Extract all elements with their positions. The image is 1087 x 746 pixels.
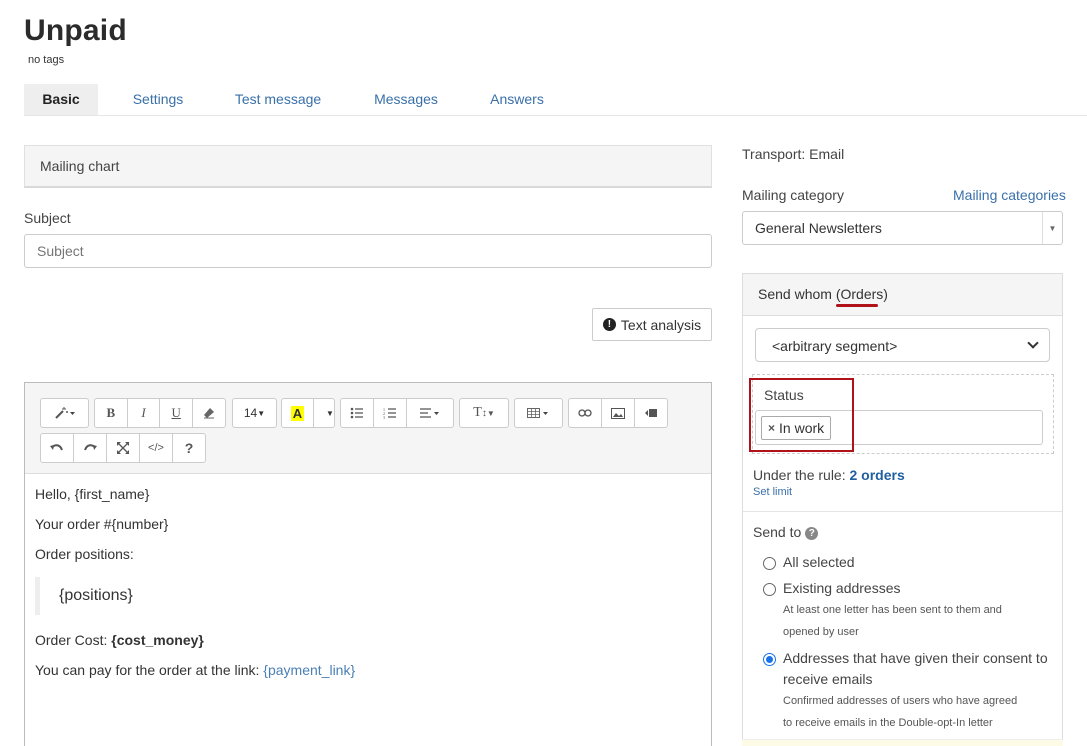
image-icon[interactable]: [602, 399, 635, 427]
subject-input[interactable]: [24, 234, 712, 268]
page-title: Unpaid: [24, 14, 127, 47]
chevron-down-icon: [1027, 337, 1039, 349]
underline-icon[interactable]: U: [160, 399, 194, 427]
message-editor: B I U 14 ▼ A ▼ 123 T ↕ ▼ </> ? Hello, {f…: [24, 382, 712, 746]
table-icon[interactable]: [515, 399, 562, 427]
text-color-icon[interactable]: A: [282, 399, 314, 427]
mailing-category-select[interactable]: General Newsletters ▼: [742, 211, 1063, 245]
align-dropdown-icon[interactable]: [407, 399, 453, 427]
radio-consent-addresses[interactable]: [763, 653, 776, 666]
question-circle-icon[interactable]: ?: [805, 527, 819, 540]
annotation-underline: [836, 304, 878, 307]
numbered-list-icon[interactable]: 123: [374, 399, 407, 427]
code-view-icon[interactable]: </>: [140, 434, 173, 462]
segment-select[interactable]: <arbitrary segment>: [755, 328, 1050, 362]
tab-settings[interactable]: Settings: [124, 84, 192, 115]
set-limit-link[interactable]: Set limit: [753, 486, 792, 498]
radio-existing-addresses[interactable]: [763, 583, 776, 596]
text-height-icon[interactable]: T ↕ ▼: [460, 399, 508, 427]
radio-all-selected-label: All selected: [783, 554, 855, 570]
existing-addresses-desc-1: At least one letter has been sent to the…: [783, 604, 1002, 616]
subject-label: Subject: [24, 210, 71, 226]
payment-link[interactable]: {payment_link}: [263, 662, 355, 678]
redo-icon[interactable]: [74, 434, 107, 462]
chevron-down-icon: ▼: [1042, 212, 1062, 244]
editor-toolbar: B I U 14 ▼ A ▼ 123 T ↕ ▼ </> ?: [25, 383, 711, 474]
bold-icon[interactable]: B: [95, 399, 128, 427]
divider: [743, 511, 1062, 512]
existing-addresses-desc-2: opened by user: [783, 626, 859, 638]
mailing-categories-link[interactable]: Mailing categories: [953, 187, 1066, 203]
mailing-category-value: General Newsletters: [755, 220, 882, 236]
italic-icon[interactable]: I: [128, 399, 161, 427]
content-order-number: Your order #{number}: [35, 516, 169, 532]
rule-summary: Under the rule: 2 orders: [753, 467, 905, 483]
annotation-highlight-box: [749, 378, 854, 452]
text-analysis-label: Text analysis: [620, 316, 702, 333]
content-positions-label: Order positions:: [35, 546, 134, 562]
radio-consent-addresses-label-2: receive emails: [783, 671, 873, 687]
editor-content[interactable]: Hello, {first_name} Your order #{number}…: [35, 483, 695, 689]
send-whom-panel: Send whom (Orders) <arbitrary segment> S…: [742, 273, 1063, 746]
content-pay: You can pay for the order at the link: {…: [35, 662, 356, 678]
radio-consent-addresses-label-1: Addresses that have given their consent …: [783, 650, 1048, 666]
tab-test-message[interactable]: Test message: [228, 84, 328, 115]
tags-label: no tags: [28, 54, 65, 66]
magic-wand-icon[interactable]: [41, 399, 88, 427]
content-positions-quote: {positions}: [35, 577, 695, 615]
content-cost: Order Cost: {cost_money}: [35, 632, 204, 648]
mailing-category-label: Mailing category: [742, 187, 844, 203]
content-greeting: Hello, {first_name}: [35, 486, 150, 502]
consent-addresses-desc-2: to receive emails in the Double-opt-In l…: [783, 717, 993, 729]
bullet-list-icon[interactable]: [341, 399, 374, 427]
link-icon[interactable]: [569, 399, 602, 427]
orders-link[interactable]: Orders: [840, 286, 883, 302]
help-icon[interactable]: ?: [173, 434, 205, 462]
radio-all-selected[interactable]: [763, 557, 776, 570]
notice-strip: [742, 739, 1063, 746]
tab-basic[interactable]: Basic: [24, 84, 98, 115]
tab-messages[interactable]: Messages: [368, 84, 444, 115]
consent-addresses-desc-1: Confirmed addresses of users who have ag…: [783, 695, 1018, 707]
tab-answers[interactable]: Answers: [484, 84, 550, 115]
send-to-label: Send to?: [753, 524, 819, 540]
font-size-dropdown[interactable]: 14 ▼: [233, 399, 276, 427]
orders-count-link[interactable]: 2 orders: [850, 467, 905, 483]
text-analysis-button[interactable]: ! Text analysis: [592, 308, 712, 341]
tab-bar: Basic Settings Test message Messages Ans…: [24, 84, 1087, 116]
send-whom-header: Send whom (Orders): [743, 274, 1062, 316]
radio-existing-addresses-label: Existing addresses: [783, 580, 901, 596]
video-icon[interactable]: [635, 399, 667, 427]
undo-icon[interactable]: [41, 434, 74, 462]
fullscreen-icon[interactable]: [107, 434, 140, 462]
transport-label: Transport: Email: [742, 146, 845, 162]
svg-text:3: 3: [383, 415, 385, 419]
mailing-chart-panel[interactable]: Mailing chart: [24, 145, 712, 188]
eraser-icon[interactable]: [193, 399, 225, 427]
exclamation-circle-icon: !: [602, 318, 616, 331]
